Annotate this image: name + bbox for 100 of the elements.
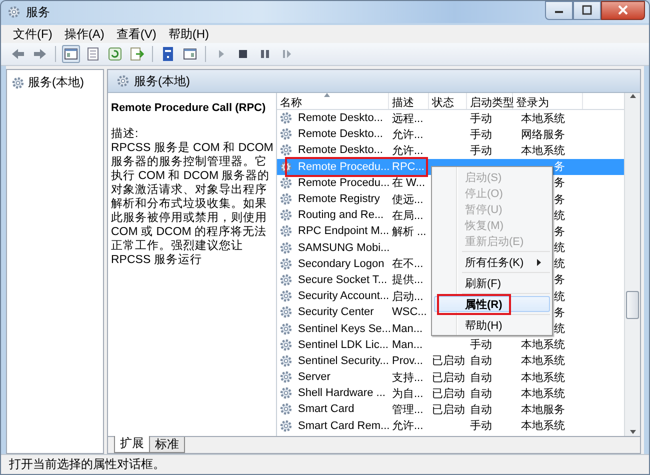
tab[interactable]: 标准 (149, 437, 185, 453)
log-on-as: 务 (554, 177, 565, 190)
service-description: 为自... (392, 388, 424, 400)
service-description: Man... (392, 338, 423, 351)
stop-icon[interactable] (236, 47, 250, 61)
gear-icon (279, 160, 293, 174)
service-name[interactable]: Shell Hardware ... (295, 387, 386, 400)
gear-icon (7, 5, 21, 19)
startup-type: 手动 (470, 128, 492, 141)
gear-icon (279, 289, 293, 304)
service-name[interactable]: Security Center (295, 306, 374, 318)
service-description: 提供... (392, 274, 424, 286)
pause-icon[interactable] (258, 47, 272, 61)
service-name[interactable]: Remote Deskto... (295, 144, 383, 156)
service-description: WSC... (392, 306, 427, 318)
context-menu-item[interactable]: 所有任务(K) (434, 254, 550, 270)
maximize-button[interactable] (573, 1, 601, 20)
console-tree-toggle[interactable] (62, 45, 80, 63)
startup-type: 手动 (470, 339, 492, 352)
forward-icon[interactable] (33, 47, 47, 61)
service-description: 在局... (392, 210, 424, 222)
log-on-as: 本地系统 (521, 339, 565, 352)
log-on-as: 本地服务 (521, 404, 565, 416)
export-icon[interactable] (130, 47, 144, 61)
context-menu-item[interactable]: 刷新(F) (434, 275, 550, 291)
refresh-icon[interactable] (108, 47, 122, 61)
gear-icon (279, 338, 293, 352)
service-description: 允许... (392, 144, 424, 157)
service-title: Remote Procedure Call (RPC) (111, 101, 267, 115)
service-status: 已启动 (432, 355, 465, 368)
log-on-as: 本地系统 (521, 372, 565, 384)
service-description: 允许... (392, 128, 424, 141)
menu-item[interactable]: 文件(F) (7, 26, 58, 42)
service-name[interactable]: Remote Deskto... (295, 112, 383, 124)
tree-item[interactable]: 服务(本地) (9, 73, 101, 92)
maximize-icon (581, 5, 593, 15)
service-name[interactable]: Sentinel Keys Se... (295, 322, 391, 335)
service-description: 在 W... (392, 177, 425, 190)
service-name[interactable]: RPC Endpoint M... (295, 225, 390, 238)
context-menu-item[interactable]: 属性(R) (434, 296, 550, 312)
service-name[interactable]: Remote Deskto... (295, 128, 383, 140)
context-menu-item[interactable]: 帮助(H) (434, 317, 550, 333)
gear-icon (279, 386, 293, 400)
panel-icon[interactable] (183, 47, 197, 61)
log-on-as: 本地系统 (521, 420, 565, 432)
gear-icon (279, 354, 293, 368)
gear-icon (279, 402, 293, 416)
service-name[interactable]: Secure Socket T... (295, 274, 388, 286)
description-text: RPCSS 服务是 COM 和 DCOM 服务器的服务控制管理器。它执行 COM 和 DCOM 服务器的对象激活请求、对象导出程序解析和分布式垃圾收集。如果此服务被停用或禁用，则使用 COM 或 DCOM 的程序将无法正常工作。强烈建议您让 RPCSS 服务运行 (111, 141, 274, 267)
log-on-as: 务 (554, 226, 565, 238)
column-header[interactable]: 描述 (389, 93, 429, 109)
column-header[interactable]: 登录为 (513, 93, 583, 109)
service-name[interactable]: Smart Card (295, 403, 354, 416)
service-description: 允许... (392, 420, 424, 432)
scrollbar-thumb[interactable] (626, 291, 639, 319)
column-header[interactable]: 状态 (429, 93, 467, 109)
gear-icon (279, 176, 293, 190)
resume-icon[interactable] (280, 47, 294, 61)
column-header[interactable]: 启动类型 (467, 93, 513, 109)
log-on-as: 本地系统 (521, 388, 565, 400)
service-name[interactable]: Remote Procedu... (295, 176, 390, 189)
service-name[interactable]: Routing and Re... (295, 209, 384, 222)
service-name[interactable]: Secondary Logon (295, 258, 384, 270)
service-description: 支持... (392, 372, 424, 384)
service-name[interactable]: Server (295, 371, 330, 384)
service-name[interactable]: Security Account... (295, 290, 390, 302)
gear-icon (279, 370, 293, 384)
service-description: Man... (392, 322, 423, 335)
startup-type: 自动 (470, 355, 492, 368)
close-button[interactable] (601, 1, 645, 20)
menu-item[interactable]: 帮助(H) (162, 26, 215, 42)
log-on-as: 务 (554, 274, 565, 286)
startup-type: 手动 (470, 144, 492, 157)
service-description: 使远... (392, 194, 424, 206)
service-status: 已启动 (432, 404, 465, 416)
log-on-as: 统 (554, 258, 565, 270)
log-on-as: 统 (554, 290, 565, 303)
service-name[interactable]: SAMSUNG Mobi... (295, 242, 390, 254)
service-description: Prov... (392, 354, 423, 367)
pane-title: 服务(本地) (134, 72, 190, 90)
service-name[interactable]: Remote Registry (295, 193, 380, 206)
startup-type: 手动 (470, 112, 492, 125)
log-on-as: 网络服务 (521, 128, 565, 141)
service-name[interactable]: Smart Card Rem... (295, 420, 390, 432)
log-on-as: 统 (554, 242, 565, 254)
menu-item[interactable]: 查看(V) (110, 26, 162, 42)
service-name[interactable]: Sentinel LDK Lic... (295, 338, 388, 351)
log-on-as: 本地系统 (521, 355, 565, 368)
minimize-button[interactable] (545, 1, 573, 20)
service-description: 在不... (392, 258, 424, 270)
service-description: 解析 ... (392, 226, 426, 238)
scrollbar[interactable] (624, 93, 640, 436)
tab[interactable]: 扩展 (114, 436, 150, 453)
gear-icon (279, 240, 293, 255)
back-icon[interactable] (11, 47, 25, 61)
menu-item[interactable]: 操作(A) (58, 26, 110, 42)
service-name[interactable]: Sentinel Security... (295, 354, 389, 367)
log-on-as: 统 (554, 210, 565, 222)
list-icon[interactable] (86, 47, 100, 61)
log-on-as: 本地系统 (521, 144, 565, 157)
